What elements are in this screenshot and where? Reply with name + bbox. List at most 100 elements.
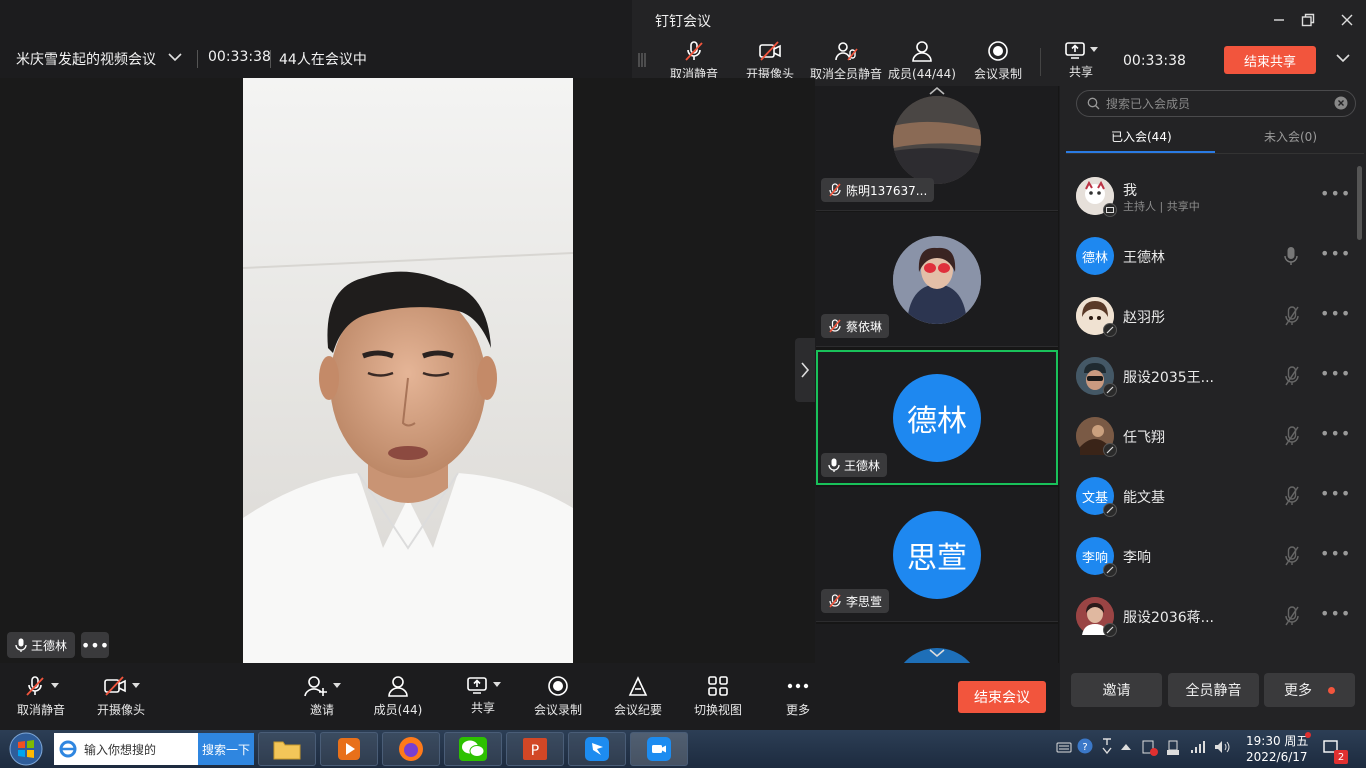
clear-icon[interactable] [1334,96,1348,110]
collapse-tiles-button[interactable] [795,338,815,402]
invite-button[interactable]: 邀请 [1071,673,1162,707]
member-name: 服设2036蒋... [1123,610,1214,626]
keyboard-icon[interactable] [1056,740,1072,754]
tab-not-joined[interactable]: 未入会(0) [1264,128,1317,145]
tab-joined[interactable]: 已入会(44) [1111,128,1172,145]
meeting-title[interactable]: 米庆雪发起的视频会议 [16,49,156,69]
member-more-button[interactable]: ••• [1320,364,1351,383]
mic-muted-badge-icon [1103,623,1117,637]
member-row[interactable]: 服设2035王... ••• [1060,346,1358,406]
member-row[interactable]: 服设2036蒋... ••• [1060,586,1358,646]
speaker-video [243,78,573,663]
member-row[interactable]: 李响 李响 ••• [1060,526,1358,586]
signal-icon[interactable] [1190,740,1206,754]
member-more-button[interactable]: ••• [1320,424,1351,443]
help-icon[interactable]: ? [1077,738,1093,754]
member-more-button[interactable]: ••• [1320,604,1351,623]
network-warning-icon[interactable] [1142,740,1158,756]
taskbar-app-firefox[interactable] [382,732,440,766]
minutes-button[interactable]: 会议纪要 [610,675,666,723]
members-button[interactable]: 成员(44) [370,675,426,723]
share-label: 共享 [470,701,495,715]
member-more-button[interactable]: ••• [1320,184,1351,203]
taskbar-search-button[interactable]: 搜索一下 [198,733,254,765]
volume-icon[interactable] [1214,740,1232,754]
chevron-down-icon[interactable] [1336,53,1350,63]
chevron-down-icon[interactable] [168,52,182,62]
share-button[interactable]: 共享 [462,675,504,723]
unmute-all-button[interactable]: 取消全员静音 [808,40,884,84]
minimize-button[interactable] [1264,6,1294,34]
member-row[interactable]: 任飞翔 ••• [1060,406,1358,466]
chevron-right-icon [801,362,810,378]
app-title: 钉钉会议 [655,14,711,30]
participant-tile[interactable]: 蔡依琳 [816,212,1058,347]
mic-muted-icon[interactable] [1284,606,1300,626]
chevron-down-icon[interactable] [926,648,948,658]
speaker-more-button[interactable]: ••• [81,632,109,658]
tray-expand-icon[interactable] [1121,743,1131,751]
mic-muted-icon[interactable] [1284,426,1300,446]
record-button[interactable]: 会议录制 [530,675,586,723]
member-more-button[interactable]: ••• [1320,244,1351,263]
end-share-button[interactable]: 结束共享 [1224,46,1316,74]
mic-muted-icon[interactable] [1284,366,1300,386]
mic-icon[interactable] [1284,246,1298,266]
taskbar-app-explorer[interactable] [258,732,316,766]
taskbar-app-powerpoint[interactable]: P [506,732,564,766]
mic-muted-badge-icon [1103,563,1117,577]
close-button[interactable] [1332,6,1362,34]
restore-button[interactable] [1293,6,1323,34]
switch-view-button[interactable]: 切换视图 [690,675,746,723]
mic-muted-icon[interactable] [1284,546,1300,566]
language-icon[interactable] [1101,737,1113,755]
participant-tile[interactable]: 思萱 李思萱 [816,487,1058,622]
invite-toolbar-button[interactable]: 邀请 [300,675,344,723]
member-more-button[interactable]: ••• [1320,544,1351,563]
member-list-scrollbar[interactable] [1357,166,1362,240]
member-row[interactable]: 德林 王德林 ••• [1060,226,1358,286]
member-more-button[interactable]: ••• [1320,304,1351,323]
usb-icon[interactable] [1166,740,1180,756]
mic-muted-icon [829,319,841,333]
end-meeting-button[interactable]: 结束会议 [958,681,1046,713]
taskbar-app-video[interactable] [320,732,378,766]
members-icon [388,676,408,697]
drag-handle-icon[interactable] [638,52,646,68]
chevron-up-icon[interactable] [926,86,948,96]
avatar [1076,417,1117,457]
tile-name-tag: 陈明137637... [821,178,935,202]
participant-count: 44人在会议中 [279,52,367,68]
participant-tile[interactable]: 陈明137637... [816,86,1058,211]
members-label: 成员(44) [373,703,423,717]
share-share-button[interactable]: 共享 [1058,40,1104,84]
member-more-button[interactable]: ••• [1320,484,1351,503]
caret-down-icon [131,683,140,688]
unmute-button[interactable]: 取消静音 [14,675,68,723]
divider [270,50,271,68]
member-row[interactable]: 文基 能文基 ••• [1060,466,1358,526]
taskbar-app-meeting[interactable] [630,732,688,766]
share-members-button[interactable]: 成员(44/44) [886,40,958,84]
mic-muted-icon [829,594,841,608]
participant-tile-active[interactable]: 德林 王德林 [816,350,1058,485]
panel-more-button[interactable]: 更多 [1264,673,1355,707]
start-button[interactable] [6,731,46,767]
clock-time[interactable]: 19:30 周五 [1246,732,1308,749]
taskbar-app-dingtalk[interactable] [568,732,626,766]
member-row[interactable]: 我 主持人 | 共享中 ••• [1060,166,1358,226]
mic-muted-icon[interactable] [1284,306,1300,326]
more-button[interactable]: 更多 [774,675,822,723]
member-search-input[interactable]: 搜索已入会成员 [1076,90,1356,117]
mic-muted-icon[interactable] [1284,486,1300,506]
avatar: 德林 [1076,237,1114,275]
search-placeholder: 搜索已入会成员 [1106,97,1191,111]
member-row[interactable]: 赵羽彤 ••• [1060,286,1358,346]
taskbar-app-wechat[interactable] [444,732,502,766]
clock-date[interactable]: 2022/6/17 [1246,750,1308,764]
camera-button[interactable]: 开摄像头 [94,675,148,723]
share-share-label: 共享 [1068,65,1093,79]
mute-all-button[interactable]: 全员静音 [1168,673,1259,707]
share-record-button[interactable]: 会议录制 [968,40,1028,84]
switch-view-label: 切换视图 [693,703,742,717]
